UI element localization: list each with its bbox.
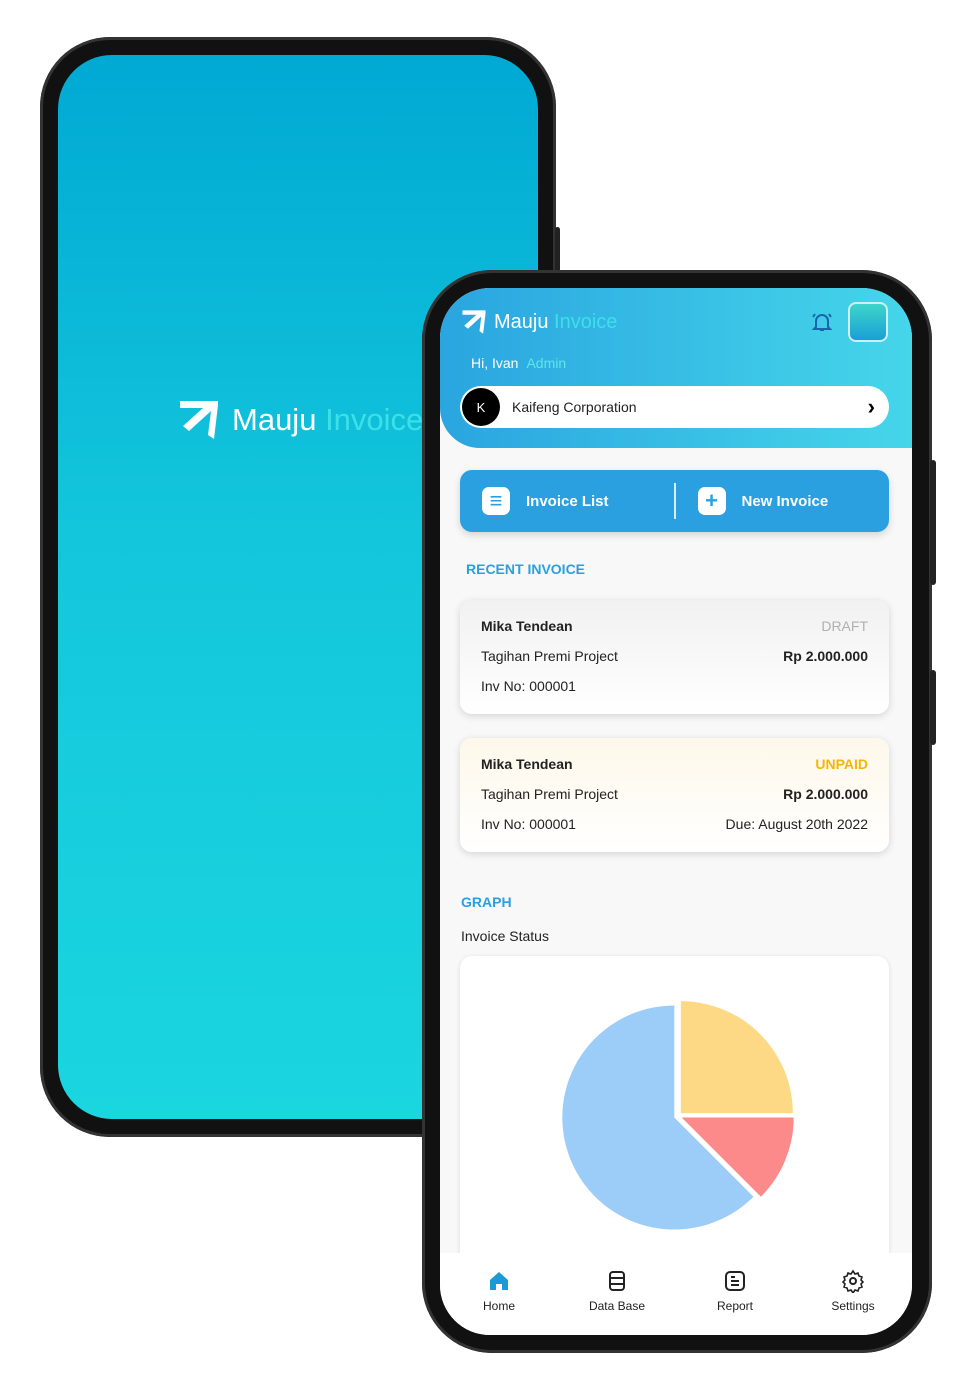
graph-subtitle: Invoice Status	[461, 928, 549, 944]
gear-icon	[841, 1269, 865, 1293]
greeting: Hi, Ivan Admin	[471, 355, 567, 371]
nav-settings[interactable]: Settings	[803, 1269, 903, 1335]
database-icon	[609, 1271, 625, 1291]
nav-home[interactable]: Home	[449, 1269, 549, 1335]
logo-icon	[180, 401, 218, 439]
company-name: Kaifeng Corporation	[512, 399, 637, 415]
chevron-right-icon: ›	[867, 394, 875, 419]
list-icon: ≡	[482, 487, 510, 515]
recent-invoice-title: RECENT INVOICE	[466, 561, 586, 577]
plus-icon: +	[697, 487, 726, 515]
app-screen: Mauju Invoice Hi, Ivan Admin K Kaifeng Co…	[440, 288, 912, 1335]
brand-name: Mauju Invoice	[232, 402, 424, 437]
app-phone: Mauju Invoice Hi, Ivan Admin K Kaifeng Co…	[422, 270, 936, 1353]
nav-database[interactable]: Data Base	[567, 1269, 667, 1335]
home-icon	[490, 1272, 508, 1290]
invoice-card[interactable]: Mika Tendean UNPAID Tagihan Premi Project…	[460, 738, 889, 852]
invoice-list-button[interactable]: ≡ Invoice List	[460, 487, 674, 515]
company-selector[interactable]: K Kaifeng Corporation ›	[460, 386, 889, 428]
graph-card	[460, 956, 889, 1276]
bottom-nav: Home Data Base Report Settings	[440, 1253, 912, 1335]
avatar[interactable]	[848, 302, 888, 342]
nav-report[interactable]: Report	[685, 1269, 785, 1335]
header: Mauju Invoice Hi, Ivan Admin K Kaifeng Co…	[440, 288, 912, 448]
graph-title: GRAPH	[461, 894, 512, 910]
quick-actions: ≡ Invoice List + New Invoice	[460, 470, 889, 532]
app-logo: Mauju Invoice	[460, 308, 617, 336]
report-icon	[725, 1271, 745, 1291]
invoice-card[interactable]: Mika Tendean DRAFT Tagihan Premi Project R…	[460, 600, 889, 714]
splash-logo: Mauju Invoice	[176, 397, 423, 443]
status-badge: DRAFT	[821, 618, 868, 634]
status-badge: UNPAID	[815, 756, 868, 772]
company-avatar: K	[462, 388, 500, 426]
new-invoice-button[interactable]: + New Invoice	[676, 487, 890, 515]
pie-chart	[562, 1001, 794, 1230]
bell-icon[interactable]	[810, 310, 834, 334]
pie-slice	[680, 1001, 793, 1114]
logo-icon	[462, 310, 486, 334]
